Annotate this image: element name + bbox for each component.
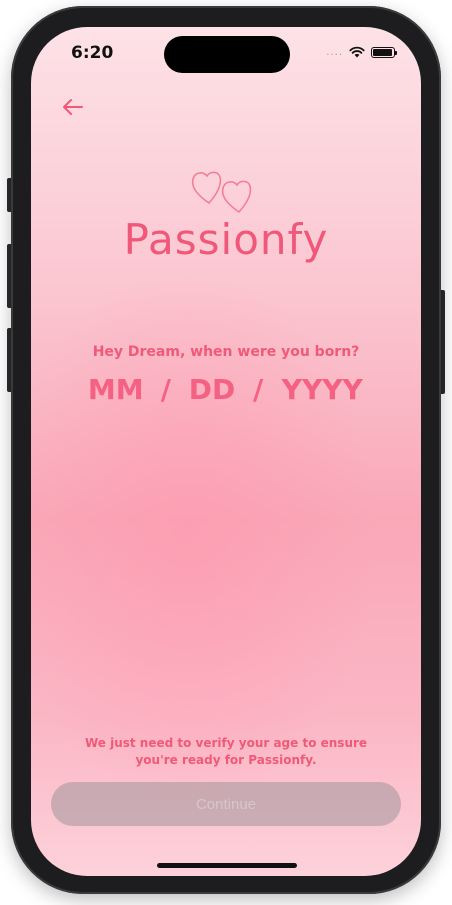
app-screen: 6:20 .... Passionfy Hey Dream, when were… xyxy=(31,27,421,876)
continue-button[interactable]: Continue xyxy=(51,782,401,826)
status-icons: .... xyxy=(326,46,397,58)
month-input[interactable] xyxy=(84,373,147,406)
back-button[interactable] xyxy=(62,98,88,120)
hearts-icon xyxy=(191,171,252,214)
dynamic-island xyxy=(164,36,290,73)
age-disclaimer: We just need to verify your age to ensur… xyxy=(84,736,368,767)
date-separator: / xyxy=(160,373,171,406)
home-indicator[interactable] xyxy=(157,863,297,868)
battery-icon xyxy=(371,46,397,58)
day-input[interactable] xyxy=(185,373,239,406)
year-input[interactable] xyxy=(277,373,368,406)
status-time: 6:20 xyxy=(71,43,114,63)
date-separator: / xyxy=(253,373,264,406)
wifi-icon xyxy=(349,46,365,58)
brand-name: Passionfy xyxy=(123,215,329,264)
birthday-question: Hey Dream, when were you born? xyxy=(92,344,360,360)
signal-icon: .... xyxy=(326,46,343,58)
arrow-left-icon xyxy=(63,99,83,115)
date-of-birth-input: / / xyxy=(31,373,421,406)
